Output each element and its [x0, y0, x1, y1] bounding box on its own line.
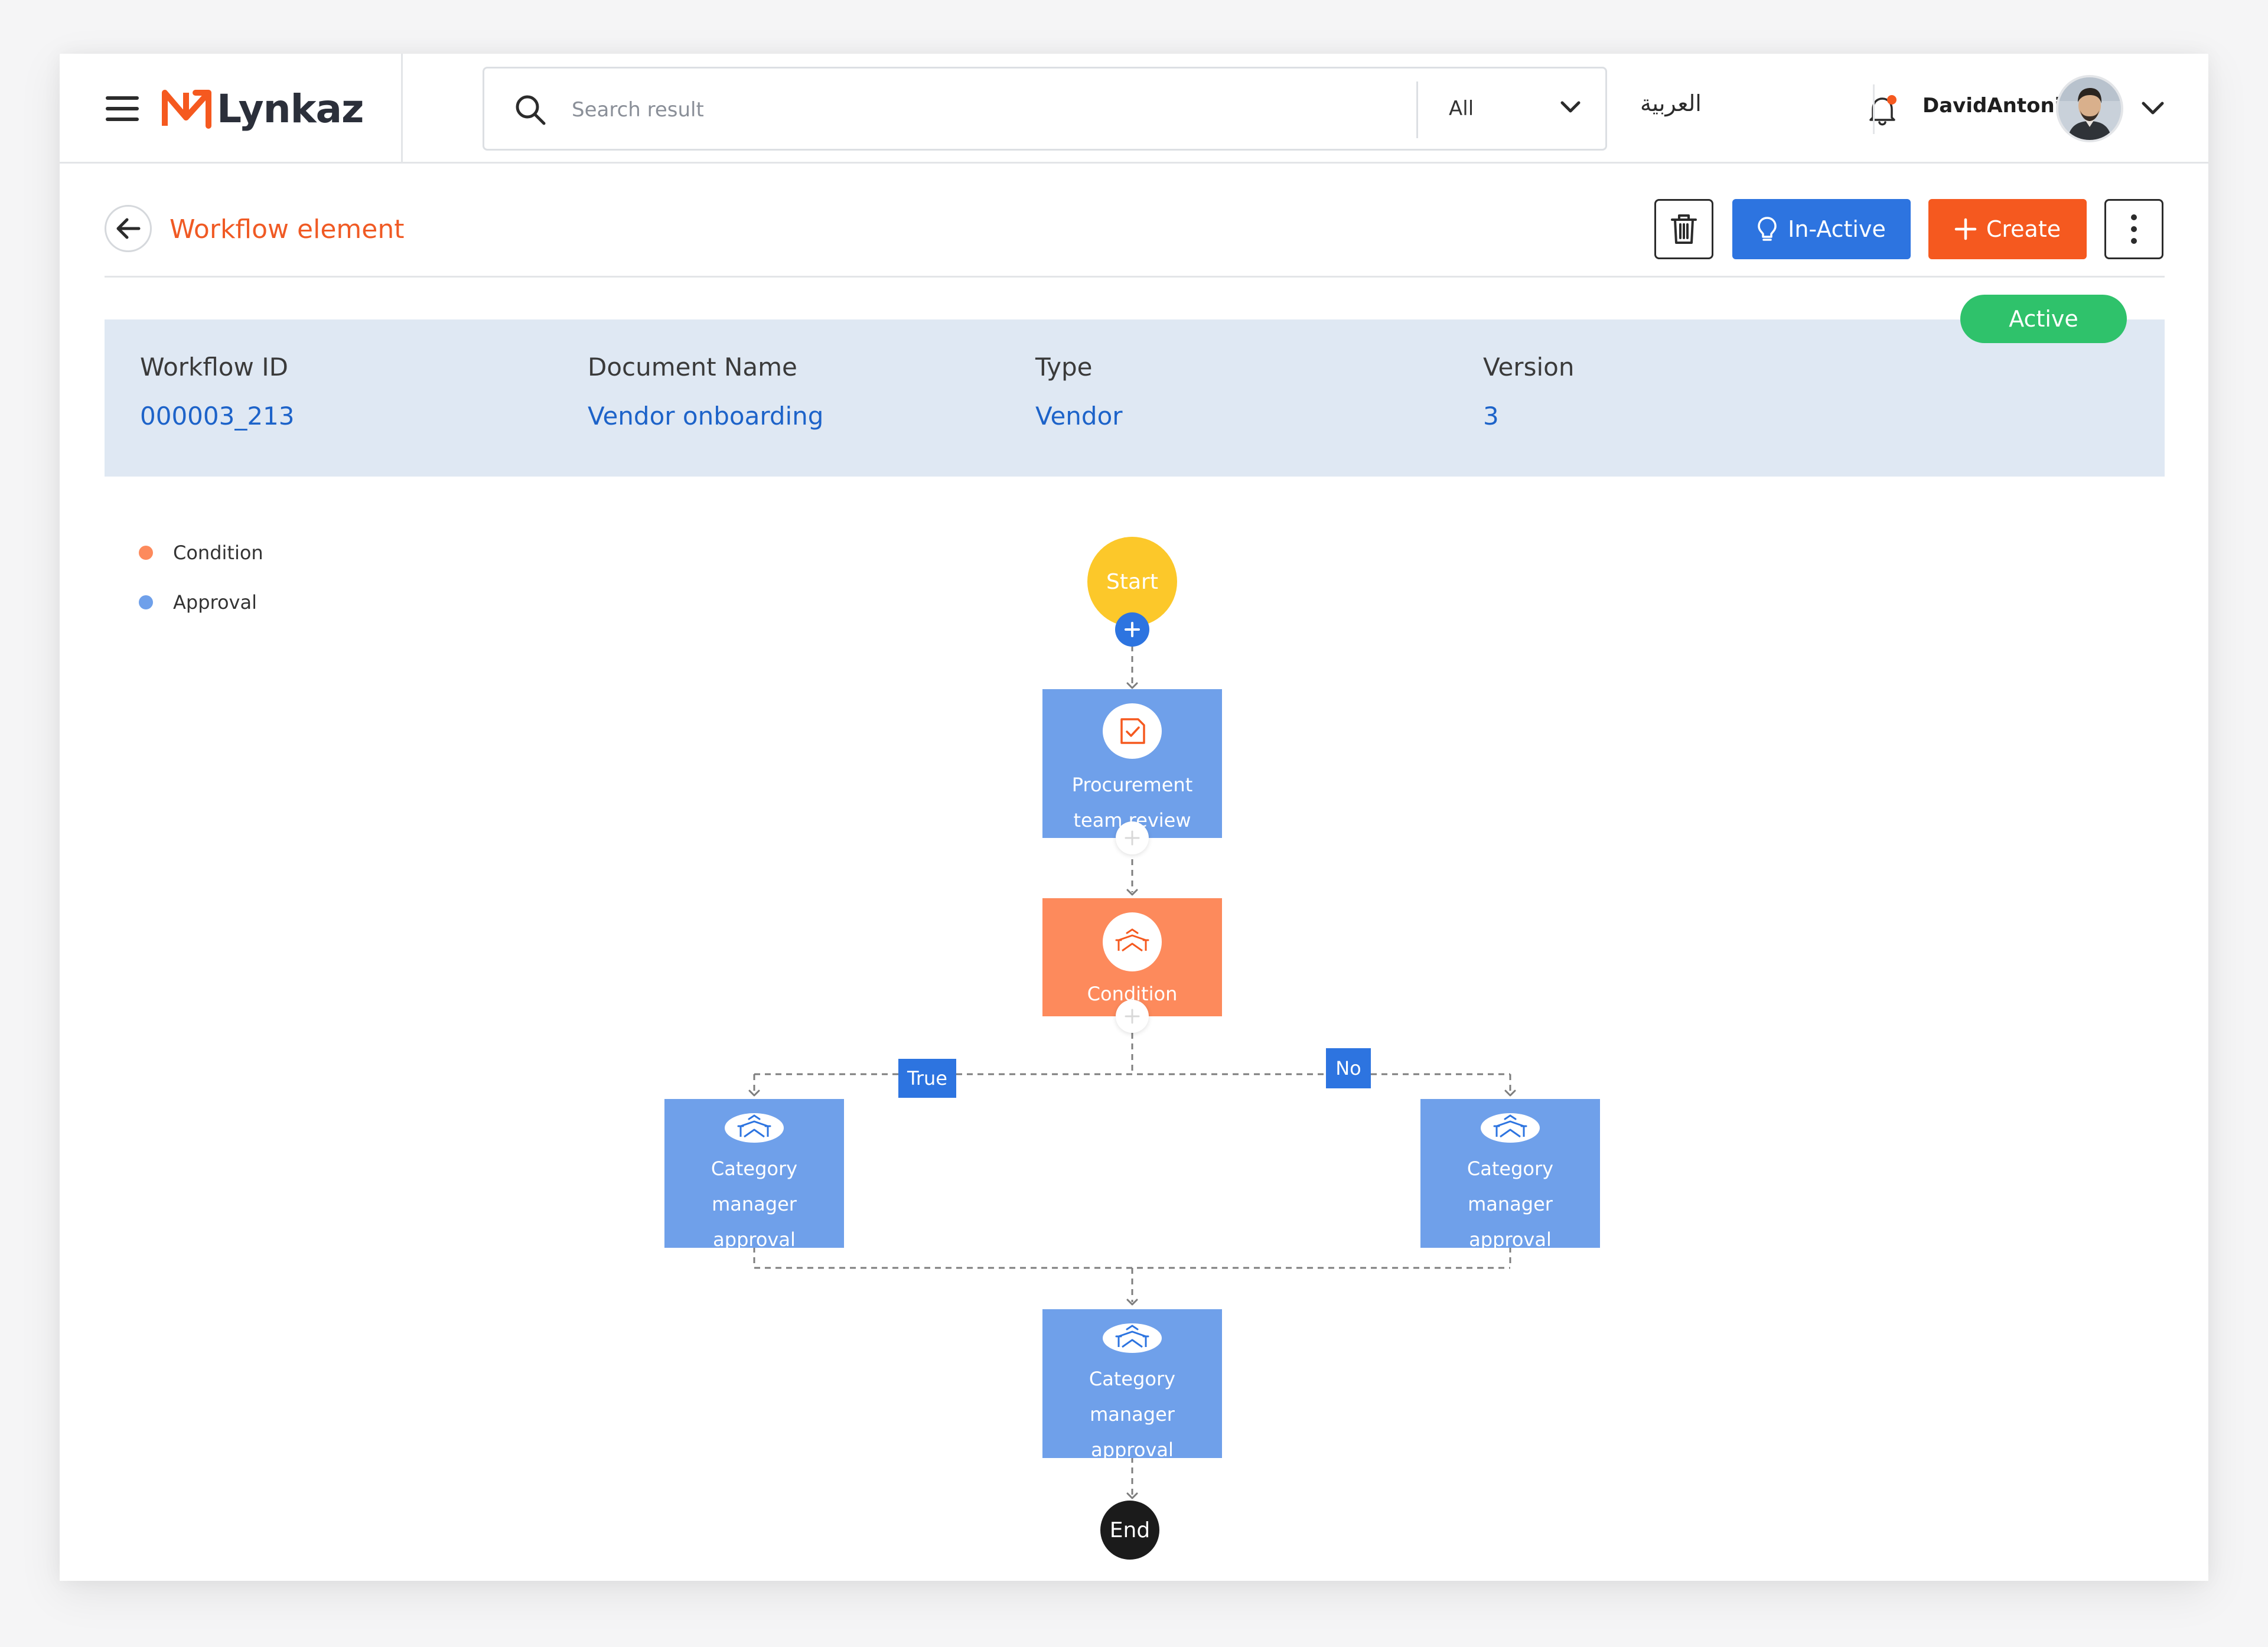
workflow-canvas: Start Procurement team review Condition … [60, 54, 2208, 1581]
add-step-button[interactable] [1115, 612, 1149, 647]
app-window: Lynkaz All العربية DavidAntonio [60, 54, 2208, 1581]
card-label: Category manager approval [1422, 1151, 1599, 1257]
card-label: Category manager approval [1044, 1361, 1221, 1467]
card-label-line: Category manager [1089, 1368, 1176, 1426]
card-label-line: approval [1091, 1439, 1174, 1461]
end-node[interactable]: End [1100, 1501, 1159, 1560]
approval-branch-icon [1493, 1114, 1527, 1138]
branch-tag-no[interactable]: No [1326, 1048, 1371, 1088]
add-step-button[interactable] [1116, 1000, 1149, 1033]
task-check-icon [1120, 718, 1145, 744]
card-label-line: Category manager [711, 1157, 798, 1215]
workflow-step-condition[interactable]: Condition [1042, 898, 1222, 1016]
card-label-line: Procurement [1071, 774, 1193, 796]
plus-icon [1125, 622, 1140, 637]
approval-branch-icon [1115, 1325, 1149, 1348]
add-step-button[interactable] [1116, 821, 1149, 855]
card-icon-wrap [1103, 703, 1162, 759]
condition-branch-icon [1115, 928, 1149, 952]
plus-icon [1125, 830, 1140, 846]
card-icon-wrap [725, 1113, 784, 1143]
card-icon-wrap [1103, 912, 1162, 971]
workflow-step-procurement-review[interactable]: Procurement team review [1042, 689, 1222, 838]
card-label-line: approval [1469, 1228, 1552, 1251]
workflow-step-approval-no[interactable]: Category manager approval [1420, 1099, 1600, 1251]
plus-icon [1125, 1009, 1140, 1024]
approval-branch-icon [737, 1114, 771, 1138]
workflow-step-approval-true[interactable]: Category manager approval [664, 1099, 844, 1251]
branch-tag-true[interactable]: True [898, 1059, 956, 1098]
card-label: Category manager approval [666, 1151, 843, 1257]
card-label-line: approval [713, 1228, 796, 1251]
card-icon-wrap [1481, 1113, 1540, 1143]
card-icon-wrap [1103, 1323, 1162, 1353]
workflow-step-approval-final[interactable]: Category manager approval [1042, 1309, 1222, 1461]
card-label-line: Category manager [1467, 1157, 1554, 1215]
